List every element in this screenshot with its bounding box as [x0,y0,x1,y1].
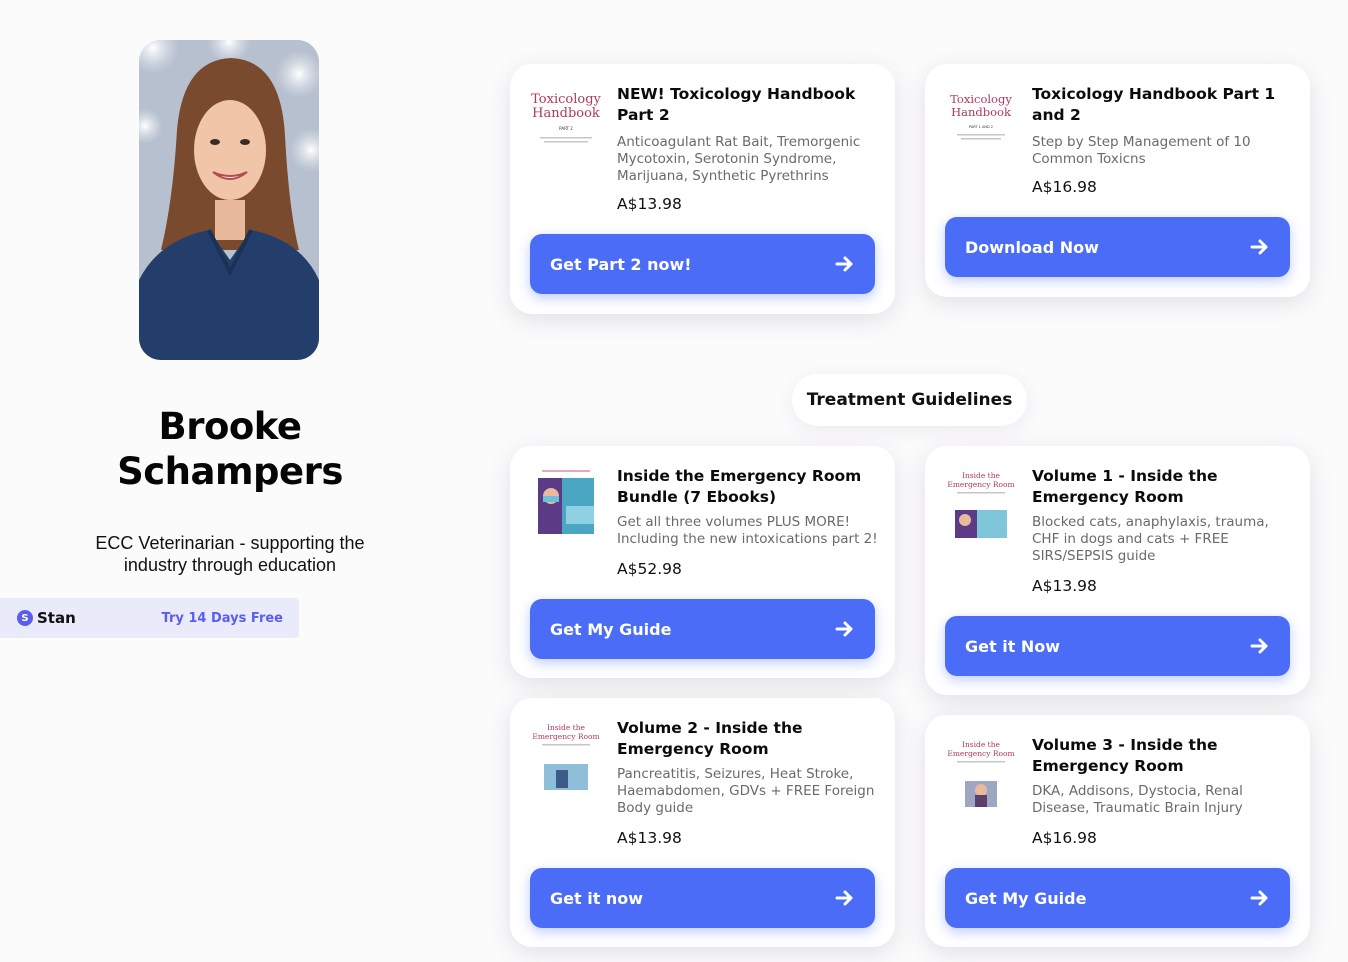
profile-bio-line2: industry through education [123,555,337,575]
product-card-er-volume2: Inside the Emergency Room Volume 2 - Ins… [510,698,895,947]
stan-storefront: Brooke Schampers ECC Veterinarian - supp… [0,0,1348,962]
card-price: A$13.98 [617,195,682,213]
tox-handbook-part2-thumbnail[interactable]: Toxicology Handbook PART 2 [530,84,602,156]
product-card-tox-part2: Toxicology Handbook PART 2 NEW! Toxicolo… [510,64,895,314]
button-label: Get My Guide [965,888,1087,908]
card-title: Volume 3 - Inside the Emergency Room [1032,736,1218,775]
profile-photo [139,40,319,360]
er-volume1-thumbnail[interactable]: Inside the Emergency Room [945,466,1017,538]
get-my-guide-bundle-button[interactable]: Get My Guide [530,599,875,659]
card-price: A$13.98 [617,829,682,847]
card-description: Anticoagulant Rat Bait, Tremorgenic Myco… [617,134,861,184]
tox-handbook-part1-2-thumbnail[interactable]: Toxicology Handbook PART 1 AND 2 [945,84,1017,156]
arrow-right-icon [835,890,853,906]
profile-name-line2: Schampers [117,450,343,493]
stan-promo-bar[interactable]: S Stan Try 14 Days Free [0,598,299,638]
arrow-right-icon [835,256,853,272]
arrow-right-icon [1250,239,1268,255]
er-bundle-thumbnail[interactable] [530,466,602,538]
card-description: DKA, Addisons, Dystocia, Renal Disease, … [1032,783,1243,816]
card-price: A$16.98 [1032,829,1097,847]
thumb-title-line2: Handbook [532,106,600,121]
card-title: NEW! Toxicology Handbook Part 2 [617,85,856,124]
get-my-guide-volume3-button[interactable]: Get My Guide [945,868,1290,928]
card-description: Get all three volumes PLUS MORE! Includi… [617,514,878,547]
stan-trial-link[interactable]: Try 14 Days Free [162,611,283,626]
profile-photo-illustration [139,40,319,360]
thumb-part-label: PART 2 [559,126,573,131]
card-title: Volume 2 - Inside the Emergency Room [617,719,803,758]
card-price: A$16.98 [1032,178,1097,196]
thumb-title-line1: Inside the [547,723,586,732]
card-title: Inside the Emergency Room Bundle (7 Eboo… [617,467,862,506]
arrow-right-icon [835,621,853,637]
button-label: Download Now [965,237,1099,257]
section-heading-treatment-guidelines: Treatment Guidelines [792,374,1027,426]
get-it-now-volume2-button[interactable]: Get it now [530,868,875,928]
thumb-part-label: PART 1 AND 2 [969,125,993,129]
card-description: Pancreatitis, Seizures, Heat Stroke, Hae… [617,766,875,816]
er-volume3-thumbnail[interactable]: Inside the Emergency Room [945,735,1017,807]
thumb-title-line1: Inside the [962,471,1001,480]
card-description: Blocked cats, anaphylaxis, trauma, CHF i… [1032,514,1269,564]
profile-name-line1: Brooke [158,405,303,448]
thumb-title-line1: Toxicology [950,92,1012,106]
profile-bio-line1: ECC Veterinarian - supporting the [95,533,365,553]
stan-brand-label: Stan [37,609,76,627]
product-card-er-volume3: Inside the Emergency Room Volume 3 - Ins… [925,715,1310,947]
thumb-title-line2: Emergency Room [532,732,599,741]
button-label: Get Part 2 now! [550,254,692,274]
er-volume2-thumbnail[interactable]: Inside the Emergency Room [530,718,602,790]
arrow-right-icon [1250,890,1268,906]
product-card-er-volume1: Inside the Emergency Room Volume 1 - Ins… [925,446,1310,695]
card-title: Toxicology Handbook Part 1 and 2 [1032,85,1276,124]
thumb-title-line2: Emergency Room [947,480,1014,489]
button-label: Get it now [550,888,644,908]
button-label: Get it Now [965,636,1061,656]
card-price: A$13.98 [1032,577,1097,595]
product-card-tox-part1-2: Toxicology Handbook PART 1 AND 2 Toxicol… [925,64,1310,297]
get-it-now-volume1-button[interactable]: Get it Now [945,616,1290,676]
thumb-title-line2: Emergency Room [947,749,1014,758]
card-title: Volume 1 - Inside the Emergency Room [1032,467,1218,506]
profile-bio: ECC Veterinarian - supporting the indust… [60,532,400,576]
card-price: A$52.98 [617,560,682,578]
thumb-title-line1: Toxicology [531,92,601,107]
profile-name: Brooke Schampers [60,404,400,494]
get-part2-button[interactable]: Get Part 2 now! [530,234,875,294]
product-card-er-bundle: Inside the Emergency Room Bundle (7 Eboo… [510,446,895,678]
thumb-title-line1: Inside the [962,740,1001,749]
thumb-title-line2: Handbook [951,105,1012,119]
stan-logo-icon: S [17,610,33,626]
arrow-right-icon [1250,638,1268,654]
button-label: Get My Guide [550,619,672,639]
download-now-button[interactable]: Download Now [945,217,1290,277]
card-description: Step by Step Management of 10 Common Tox… [1032,134,1251,167]
